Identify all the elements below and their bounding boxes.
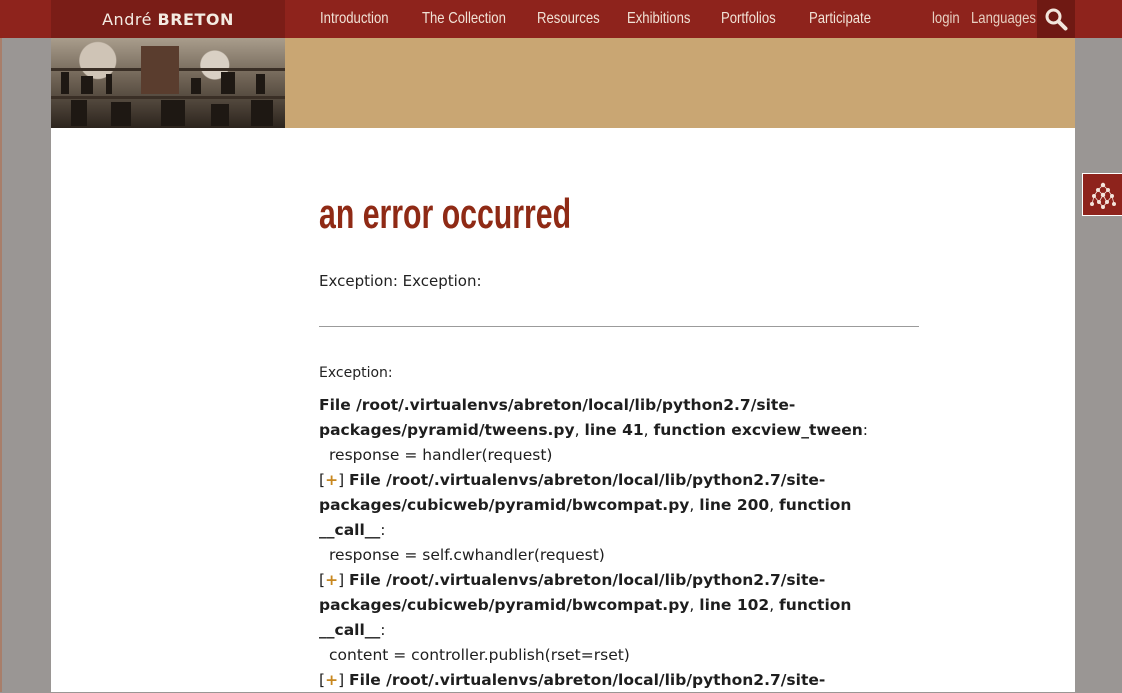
site-logo[interactable]: André BRETON	[51, 0, 285, 38]
expand-frame-button[interactable]: +	[325, 671, 338, 689]
traceback-frame: [+] File /root/.virtualenvs/abreton/loca…	[319, 468, 919, 568]
error-panel: an error occurred Exception: Exception: …	[319, 190, 919, 693]
expand-frame-button[interactable]: +	[325, 471, 338, 489]
exception-summary: Exception: Exception:	[319, 272, 482, 290]
main-content: an error occurred Exception: Exception: …	[51, 128, 1075, 692]
frame-file-path: /root/.virtualenvs/abreton/local/lib/pyt…	[386, 671, 826, 689]
traceback-frame: [+] File /root/.virtualenvs/abreton/loca…	[319, 671, 826, 689]
traceback: File /root/.virtualenvs/abreton/local/li…	[319, 393, 919, 693]
top-navigation-bar: André BRETON Introduction The Collection…	[0, 0, 1122, 38]
frame-line: line 41	[584, 421, 644, 439]
network-graph-icon	[1089, 182, 1116, 209]
nav-item-exhibitions[interactable]: Exhibitions	[627, 10, 690, 28]
side-widget-button[interactable]	[1082, 173, 1122, 216]
frame-file-prefix: File	[319, 396, 357, 414]
divider	[319, 326, 919, 327]
nav-item-resources[interactable]: Resources	[537, 10, 600, 28]
frame-file-prefix: File	[349, 671, 387, 689]
frame-file-prefix: File	[349, 471, 387, 489]
banner-background	[285, 38, 1075, 128]
languages-menu[interactable]: Languages	[971, 0, 1036, 38]
page-title: an error occurred	[319, 190, 572, 237]
frame-line: line 102	[699, 596, 770, 614]
frame-line: line 200	[699, 496, 770, 514]
search-icon	[1045, 8, 1068, 31]
nav-item-the-collection[interactable]: The Collection	[422, 10, 506, 28]
expand-frame-button[interactable]: +	[325, 571, 338, 589]
banner-collection-photo	[51, 38, 285, 128]
frame-file-prefix: File	[349, 571, 387, 589]
brand-last-name: BRETON	[157, 9, 234, 29]
frame-code: response = handler(request)	[329, 446, 553, 464]
frame-code: response = self.cwhandler(request)	[329, 546, 605, 564]
nav-item-participate[interactable]: Participate	[809, 10, 871, 28]
traceback-heading: Exception:	[319, 365, 393, 381]
frame-code: content = controller.publish(rset=rset)	[329, 646, 630, 664]
frame-function: function excview_tween	[653, 421, 863, 439]
login-link[interactable]: login	[932, 0, 960, 38]
traceback-frame: File /root/.virtualenvs/abreton/local/li…	[319, 393, 919, 468]
nav-item-portfolios[interactable]: Portfolios	[721, 10, 776, 28]
search-button[interactable]	[1037, 0, 1075, 38]
nav-item-introduction[interactable]: Introduction	[320, 10, 389, 28]
traceback-frame: [+] File /root/.virtualenvs/abreton/loca…	[319, 568, 919, 668]
brand-first-name: André	[102, 9, 152, 29]
